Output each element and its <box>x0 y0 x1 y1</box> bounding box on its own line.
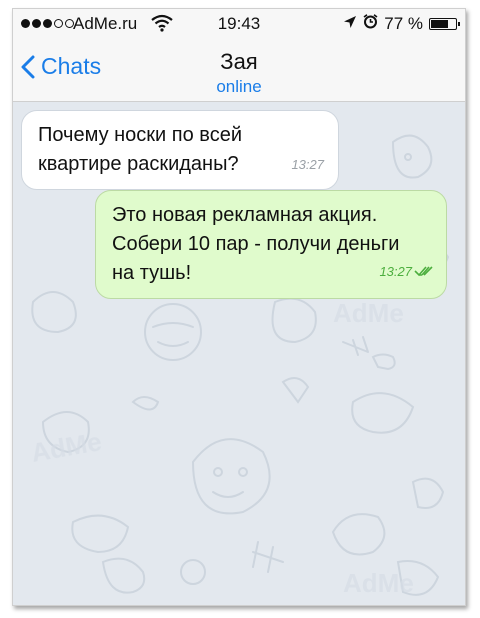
status-bar: AdMe.ru 19:43 77 % <box>13 9 465 39</box>
svg-text:AdMe: AdMe <box>29 426 104 468</box>
location-arrow-icon <box>343 14 357 34</box>
battery-icon <box>429 18 460 30</box>
phone-screen: AdMe.ru 19:43 77 % Chats Зая online AdMe… <box>12 8 466 606</box>
battery-percent: 77 % <box>384 14 423 33</box>
chat-area[interactable]: AdMe AdMe AdMe Почему носки по всей квар… <box>13 102 465 605</box>
message-text: Почему носки по всей квартире раскиданы? <box>38 124 242 175</box>
chat-title: Зая <box>220 49 258 74</box>
svg-text:AdMe: AdMe <box>343 568 414 598</box>
alarm-clock-icon <box>363 14 378 34</box>
chat-header[interactable]: Зая online <box>13 49 465 97</box>
navigation-bar: Chats Зая online <box>13 39 465 102</box>
message-time: 13:27 <box>379 264 412 279</box>
double-check-read-icon <box>414 257 434 286</box>
outgoing-message-bubble[interactable]: Это новая рекламная акция. Собери 10 пар… <box>95 190 447 299</box>
chat-status: online <box>216 77 262 96</box>
svg-text:AdMe: AdMe <box>333 298 404 328</box>
message-time: 13:27 <box>291 157 324 172</box>
incoming-message-bubble[interactable]: Почему носки по всей квартире раскиданы?… <box>21 110 339 190</box>
